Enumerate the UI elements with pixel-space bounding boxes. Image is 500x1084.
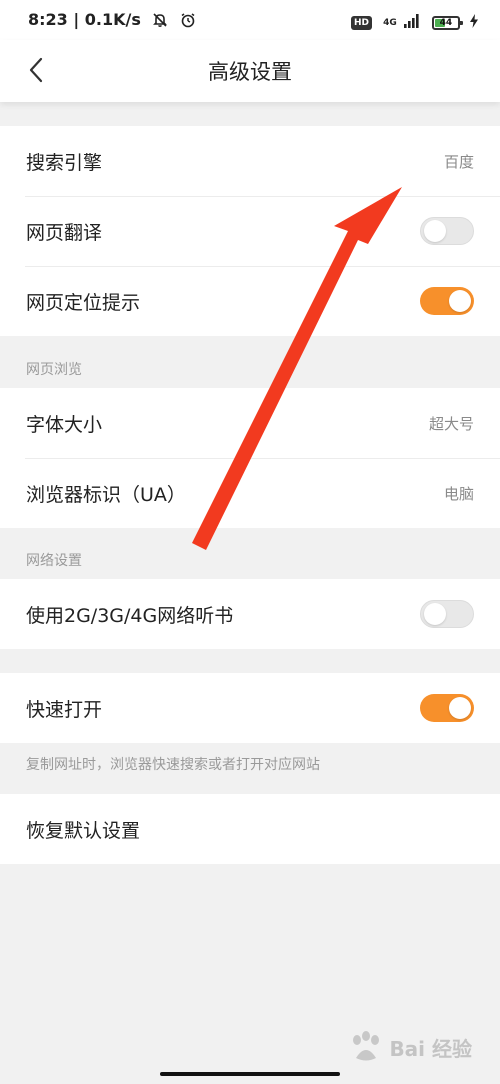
location-prompt-toggle[interactable]	[420, 287, 474, 315]
page-translate-toggle[interactable]	[420, 217, 474, 245]
settings-group-general: 搜索引擎 百度 网页翻译 网页定位提示	[0, 126, 500, 336]
toggle-knob	[424, 603, 446, 625]
watermark-text: Bai 经验	[389, 1036, 472, 1061]
mobile-audiobook-row: 使用2G/3G/4G网络听书	[0, 579, 500, 649]
location-prompt-label: 网页定位提示	[26, 292, 141, 314]
battery-level: 44	[439, 17, 453, 28]
nav-bar: 高级设置	[0, 40, 500, 102]
page-title: 高级设置	[208, 60, 292, 84]
baidu-paw-logo	[353, 1031, 380, 1061]
home-indicator[interactable]	[160, 1072, 340, 1076]
quick-open-toggle[interactable]	[420, 694, 474, 722]
charging-icon	[470, 13, 478, 32]
battery-icon: 44	[431, 15, 463, 30]
settings-group-network: 使用2G/3G/4G网络听书	[0, 579, 500, 649]
settings-group-browse: 字体大小 超大号 浏览器标识（UA） 电脑	[0, 388, 500, 528]
mobile-audiobook-label: 使用2G/3G/4G网络听书	[26, 605, 234, 627]
settings-group-restore: 恢复默认设置	[0, 794, 500, 864]
restore-defaults-row[interactable]: 恢复默认设置	[0, 794, 500, 864]
page-translate-label: 网页翻译	[26, 222, 103, 244]
status-left: 8:23 | 0.1K/s	[28, 10, 196, 32]
font-size-value: 超大号	[428, 415, 474, 433]
section-header-browse: 网页浏览	[26, 362, 82, 378]
user-agent-label: 浏览器标识（UA）	[26, 484, 186, 506]
muted-notification-icon	[152, 12, 168, 32]
search-engine-value: 百度	[443, 153, 474, 171]
toggle-knob	[424, 220, 446, 242]
hd-badge: HD	[350, 15, 372, 30]
font-size-label: 字体大小	[26, 414, 103, 436]
section-header-network: 网络设置	[26, 553, 82, 569]
quick-open-hint: 复制网址时，浏览器快速搜索或者打开对应网站	[26, 757, 320, 773]
toggle-knob	[449, 697, 471, 719]
user-agent-value: 电脑	[443, 485, 474, 503]
toggle-knob	[449, 290, 471, 312]
location-prompt-row: 网页定位提示	[0, 266, 500, 336]
status-time-speed: 8:23 | 0.1K/s	[28, 10, 141, 29]
settings-group-quick-open: 快速打开	[0, 673, 500, 743]
quick-open-row: 快速打开	[0, 673, 500, 743]
alarm-icon	[180, 12, 196, 32]
watermark: Bai 经验	[348, 1030, 472, 1064]
quick-open-label: 快速打开	[26, 699, 103, 721]
user-agent-row[interactable]: 浏览器标识（UA） 电脑	[0, 458, 500, 528]
signal-icon	[403, 13, 421, 32]
status-bar: 8:23 | 0.1K/s HD 4G 44	[0, 0, 500, 40]
font-size-row[interactable]: 字体大小 超大号	[0, 388, 500, 458]
search-engine-row[interactable]: 搜索引擎 百度	[0, 126, 500, 196]
mobile-audiobook-toggle[interactable]	[420, 600, 474, 628]
network-type-label: 4G	[383, 17, 397, 28]
restore-defaults-label: 恢复默认设置	[26, 820, 141, 842]
search-engine-label: 搜索引擎	[26, 152, 103, 174]
page-translate-row: 网页翻译	[0, 196, 500, 266]
status-right: HD 4G 44	[350, 12, 478, 32]
